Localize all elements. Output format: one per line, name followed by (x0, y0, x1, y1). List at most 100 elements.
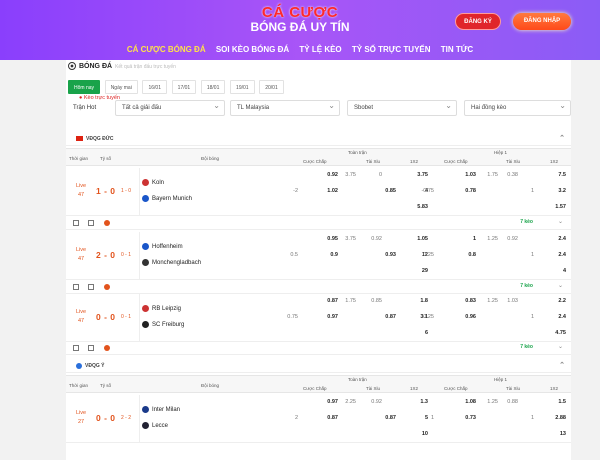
odds-value[interactable]: 0.85 (371, 298, 382, 304)
odds-value[interactable]: 0.83 (465, 298, 476, 304)
odds-value[interactable]: 2.4 (558, 252, 566, 258)
odds-value[interactable]: 0.8 (468, 252, 476, 258)
odds-value[interactable]: 0.9 (330, 252, 338, 258)
odds-value[interactable]: 0.96 (465, 314, 476, 320)
home-team[interactable]: Inter Milan (142, 406, 180, 413)
odds-value[interactable]: 1 (531, 415, 534, 421)
nav-item-ca-cuoc[interactable]: CÁ CƯỢC BÓNG ĐÁ (127, 45, 206, 54)
away-team[interactable]: Monchengladbach (142, 259, 201, 266)
stats-icon[interactable] (73, 345, 79, 351)
region-select[interactable]: TL Malaysia (230, 99, 340, 116)
chevron-down-icon[interactable]: ⌄ (558, 343, 563, 350)
odds-value[interactable]: 0.95 (327, 236, 338, 242)
odds-value[interactable]: 7.5 (558, 172, 566, 178)
odds-value[interactable]: 3.75 (345, 236, 356, 242)
hot-icon[interactable] (104, 345, 110, 351)
more-odds-link[interactable]: 7 kèo (520, 219, 533, 225)
league-select[interactable]: Tất cả giải đấu (115, 99, 225, 116)
register-button[interactable]: ĐĂNG KÝ (455, 13, 501, 30)
tab-date[interactable]: 20/01 (259, 80, 284, 94)
away-team[interactable]: SC Freiburg (142, 321, 184, 328)
home-team[interactable]: RB Leipzig (142, 305, 181, 312)
tab-date[interactable]: 16/01 (142, 80, 167, 94)
tab-date[interactable]: 18/01 (200, 80, 226, 94)
nav-item-ty-so[interactable]: TỶ SỐ TRỰC TUYẾN (352, 45, 431, 54)
odds-value[interactable]: 1 (473, 236, 476, 242)
odds-value[interactable]: 0.97 (327, 314, 338, 320)
odds-value[interactable]: 1.02 (327, 188, 338, 194)
odds-value[interactable]: 0.78 (465, 188, 476, 194)
odds-value[interactable]: 1.8 (420, 298, 428, 304)
odds-value[interactable]: 1.25 (487, 298, 498, 304)
chart-icon[interactable] (88, 345, 94, 351)
hot-icon[interactable] (104, 220, 110, 226)
more-odds-link[interactable]: 7 kèo (520, 344, 533, 350)
odds-value[interactable]: 0 (379, 172, 382, 178)
odds-value[interactable]: 1 (531, 314, 534, 320)
odds-value[interactable]: 1.3 (420, 399, 428, 405)
odds-value[interactable]: 2.2 (558, 298, 566, 304)
odds-value[interactable]: 0.87 (385, 314, 396, 320)
chevron-down-icon[interactable]: ⌄ (558, 218, 563, 225)
odds-value[interactable]: 0.92 (371, 399, 382, 405)
chart-icon[interactable] (88, 220, 94, 226)
odds-value[interactable]: 1.25 (487, 399, 498, 405)
odds-value[interactable]: 0.5 (290, 252, 298, 258)
odds-value[interactable]: 0.87 (327, 415, 338, 421)
odds-value[interactable]: 0.92 (507, 236, 518, 242)
odds-value[interactable]: 1.03 (507, 298, 518, 304)
nav-item-tin-tuc[interactable]: TIN TỨC (441, 45, 473, 54)
odds-value[interactable]: 4 (563, 268, 566, 274)
market-select[interactable]: Hai đồng kèo (464, 99, 571, 116)
nav-item-ty-le-keo[interactable]: TỶ LỆ KÈO (299, 45, 341, 54)
home-team[interactable]: Hoffenheim (142, 243, 183, 250)
odds-value[interactable]: 13 (560, 431, 566, 437)
odds-value[interactable]: 0.25 (423, 252, 434, 258)
odds-value[interactable]: -0.75 (421, 188, 434, 194)
tab-tomorrow[interactable]: Ngày mai (104, 80, 138, 94)
stats-icon[interactable] (73, 220, 79, 226)
odds-value[interactable]: 0.93 (385, 252, 396, 258)
odds-value[interactable]: 29 (422, 268, 428, 274)
odds-value[interactable]: 1.75 (345, 298, 356, 304)
odds-value[interactable]: -2 (293, 188, 298, 194)
odds-value[interactable]: 1.08 (465, 399, 476, 405)
home-team[interactable]: Koln (142, 179, 164, 186)
odds-value[interactable]: 1 (531, 252, 534, 258)
chevron-up-icon[interactable]: ⌃ (559, 132, 565, 146)
login-button[interactable]: ĐĂNG NHẬP (513, 13, 571, 30)
odds-value[interactable]: 5 (425, 415, 428, 421)
odds-value[interactable]: 1.25 (487, 236, 498, 242)
tab-date[interactable]: 19/01 (230, 80, 255, 94)
odds-value[interactable]: 0.75 (287, 314, 298, 320)
odds-value[interactable]: 1.03 (465, 172, 476, 178)
odds-value[interactable]: 3.75 (345, 172, 356, 178)
odds-value[interactable]: 1.5 (558, 399, 566, 405)
league-header[interactable]: VĐQG Ý ⌃ (66, 359, 571, 373)
odds-value[interactable]: 6 (425, 330, 428, 336)
odds-value[interactable]: 4.75 (555, 330, 566, 336)
odds-value[interactable]: 2.88 (555, 415, 566, 421)
site-logo[interactable]: CÁ CƯỢC BÓNG ĐÁ UY TÍN (0, 5, 600, 33)
league-header[interactable]: VĐQG ĐỨC ⌃ (66, 132, 571, 146)
odds-value[interactable]: 3.75 (417, 172, 428, 178)
bookmaker-select[interactable]: Sbobet (347, 99, 457, 116)
odds-value[interactable]: 2.4 (558, 236, 566, 242)
odds-value[interactable]: 1.57 (555, 204, 566, 210)
odds-value[interactable]: 2 (295, 415, 298, 421)
more-odds-link[interactable]: 7 kèo (520, 283, 533, 289)
nav-item-soi-keo[interactable]: SOI KÈO BÓNG ĐÁ (216, 45, 289, 54)
odds-value[interactable]: 2.4 (558, 314, 566, 320)
odds-value[interactable]: 0.25 (423, 314, 434, 320)
chart-icon[interactable] (88, 284, 94, 290)
odds-value[interactable]: 0.87 (327, 298, 338, 304)
odds-value[interactable]: 0.97 (327, 399, 338, 405)
odds-value[interactable]: 0.92 (371, 236, 382, 242)
odds-value[interactable]: 10 (422, 431, 428, 437)
chevron-up-icon[interactable]: ⌃ (559, 359, 565, 373)
odds-value[interactable]: 1 (531, 188, 534, 194)
odds-value[interactable]: 2.25 (345, 399, 356, 405)
odds-value[interactable]: 0.92 (327, 172, 338, 178)
odds-value[interactable]: 0.38 (507, 172, 518, 178)
odds-value[interactable]: 0.88 (507, 399, 518, 405)
